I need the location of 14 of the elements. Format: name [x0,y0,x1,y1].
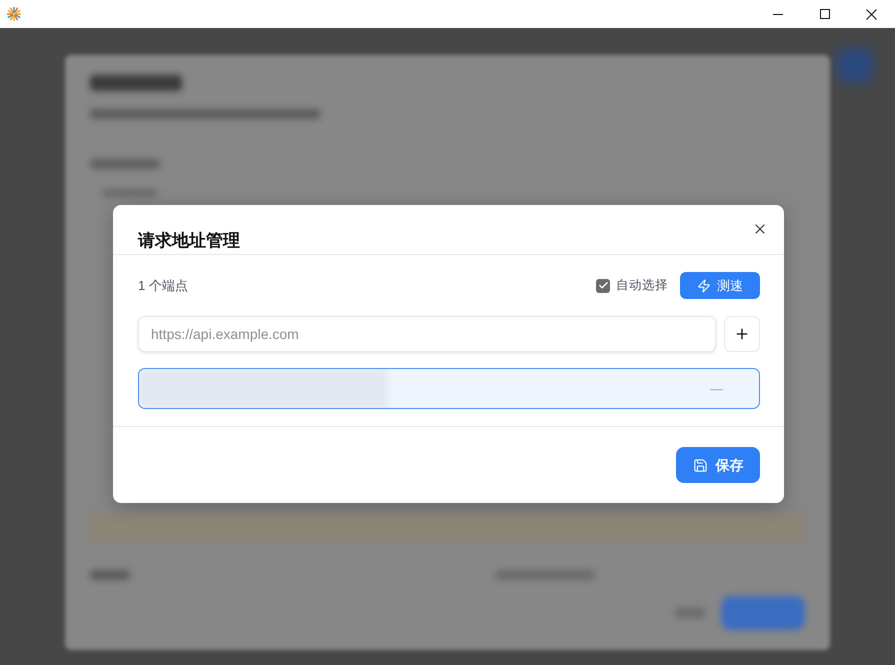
lightning-icon [697,278,711,292]
latency-text: — [710,380,723,398]
endpoint-count: 1 个端点 [138,276,188,295]
app-logo-icon [7,7,21,21]
plus-icon [734,326,750,342]
save-icon [692,458,708,472]
speed-test-button[interactable]: 测速 [680,272,760,299]
url-input-field[interactable]: https://api.example.com [138,316,716,352]
endpoint-row[interactable]: — [138,368,760,409]
dialog-title: 请求地址管理 [138,230,240,252]
maximize-icon [820,9,830,19]
auto-select-checkbox[interactable]: 自动选择 [596,276,668,295]
close-icon [866,8,877,20]
save-button[interactable]: 保存 [676,447,760,483]
